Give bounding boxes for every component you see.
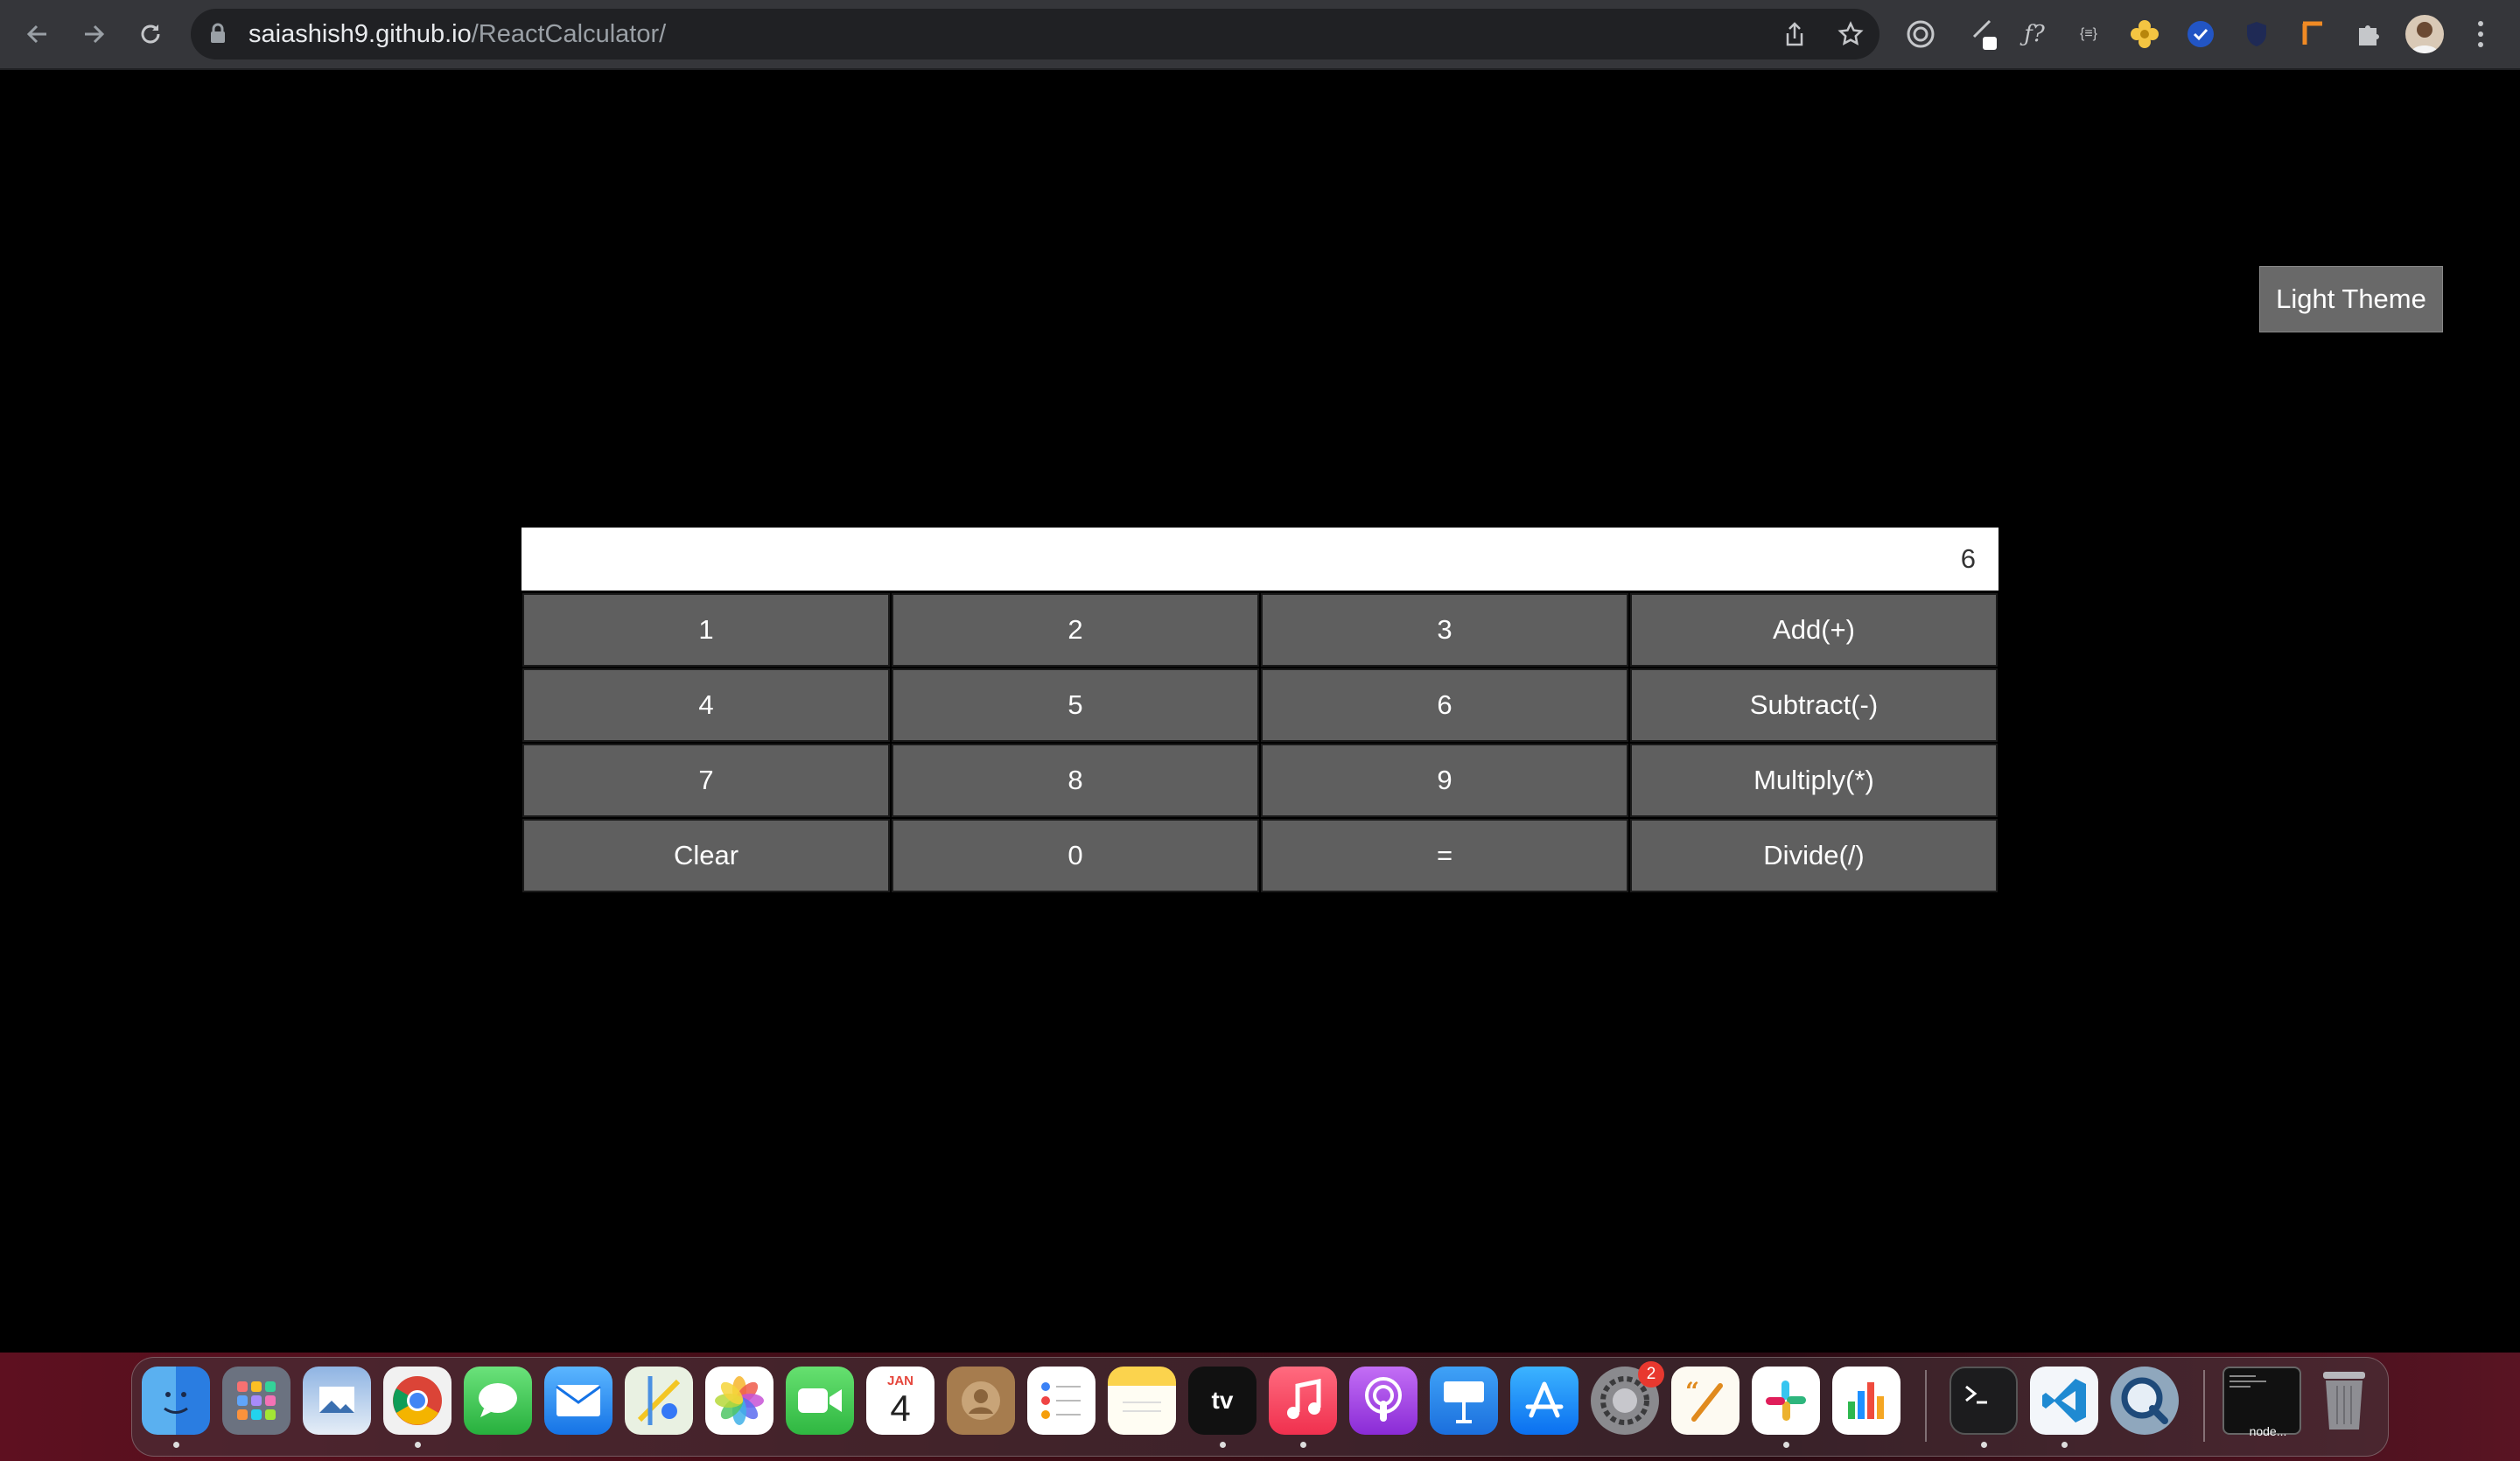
key-0[interactable]: 0 [892, 819, 1259, 892]
terminal-running-dot [1981, 1442, 1987, 1448]
profile-avatar[interactable] [2405, 15, 2444, 53]
shield-extension-icon[interactable] [2240, 17, 2273, 51]
equals-button[interactable]: = [1261, 819, 1628, 892]
flower-extension-icon[interactable] [2128, 17, 2161, 51]
reload-icon[interactable] [130, 14, 171, 54]
multiply-button[interactable]: Multiply(*) [1630, 744, 1998, 817]
divide-button[interactable]: Divide(/) [1630, 819, 1998, 892]
pen-extension-icon[interactable] [1967, 17, 2000, 51]
vscode-running-dot [2062, 1442, 2068, 1448]
subtract-button[interactable]: Subtract(-) [1630, 668, 1998, 742]
key-8[interactable]: 8 [892, 744, 1259, 817]
quicktime-icon[interactable] [2110, 1367, 2179, 1435]
maps-icon[interactable] [625, 1367, 693, 1435]
launchpad-icon[interactable] [222, 1367, 290, 1435]
calculator-keypad: 1 2 3 Add(+) 4 5 6 Subtract(-) 7 8 9 Mul… [522, 592, 1998, 893]
address-bar[interactable]: saiashish9.github.io/ReactCalculator/ [191, 9, 1880, 59]
vscode-icon[interactable] [2030, 1367, 2098, 1435]
chrome-running-dot [415, 1442, 421, 1448]
app-store-icon[interactable] [1510, 1367, 1578, 1435]
json-extension-icon[interactable]: {≡} [2072, 17, 2105, 51]
terminal-icon[interactable] [1950, 1367, 2018, 1435]
key-6[interactable]: 6 [1261, 668, 1628, 742]
check-extension-icon[interactable] [2184, 17, 2217, 51]
slack-running-dot [1783, 1442, 1789, 1448]
dock-separator [1925, 1370, 1927, 1442]
forward-icon[interactable] [74, 14, 114, 54]
calculator: 6 1 2 3 Add(+) 4 5 6 Subtract(-) 7 8 9 M… [522, 528, 1998, 893]
key-5[interactable]: 5 [892, 668, 1259, 742]
calendar-icon[interactable]: JAN 4 [866, 1367, 934, 1435]
calculator-display: 6 [522, 528, 1998, 591]
mail-icon[interactable] [544, 1367, 612, 1435]
key-3[interactable]: 3 [1261, 593, 1628, 667]
pages-icon[interactable]: “ [1671, 1367, 1740, 1435]
formula-extension-icon[interactable]: ƒ? [2018, 17, 2051, 51]
music-running-dot [1300, 1442, 1306, 1448]
preview-icon[interactable] [303, 1367, 371, 1435]
key-1[interactable]: 1 [522, 593, 890, 667]
key-7[interactable]: 7 [522, 744, 890, 817]
numbers-icon[interactable] [1832, 1367, 1900, 1435]
messages-icon[interactable] [464, 1367, 532, 1435]
url-host: saiashish9.github.io [248, 20, 472, 48]
notes-icon[interactable] [1108, 1367, 1176, 1435]
podcasts-icon[interactable] [1349, 1367, 1418, 1435]
light-theme-button[interactable]: Light Theme [2259, 266, 2443, 332]
share-icon[interactable] [1780, 19, 1810, 49]
keynote-icon[interactable] [1430, 1367, 1498, 1435]
url-text: saiashish9.github.io/ReactCalculator/ [248, 20, 666, 49]
chrome-icon[interactable] [383, 1367, 452, 1435]
back-icon[interactable] [18, 14, 58, 54]
tv-running-dot [1220, 1442, 1226, 1448]
lock-icon [211, 23, 225, 43]
apple-tv-label: tv [1211, 1387, 1234, 1414]
key-2[interactable]: 2 [892, 593, 1259, 667]
contacts-icon[interactable] [947, 1367, 1015, 1435]
bookmark-star-icon[interactable] [1836, 19, 1866, 49]
notification-badge: 2 [1638, 1361, 1664, 1388]
facetime-icon[interactable] [786, 1367, 854, 1435]
browser-toolbar: saiashish9.github.io/ReactCalculator/ ƒ?… [0, 0, 2520, 70]
finder-icon[interactable] [142, 1367, 210, 1435]
slack-icon[interactable] [1752, 1367, 1820, 1435]
reminders-icon[interactable] [1027, 1367, 1096, 1435]
add-button[interactable]: Add(+) [1630, 593, 1998, 667]
apple-tv-icon[interactable]: tv [1188, 1367, 1256, 1435]
svg-text:“: “ [1685, 1377, 1699, 1406]
clear-button[interactable]: Clear [522, 819, 890, 892]
key-4[interactable]: 4 [522, 668, 890, 742]
extensions-puzzle-icon[interactable] [2352, 17, 2385, 51]
key-9[interactable]: 9 [1261, 744, 1628, 817]
node-window-label: node... [2249, 1424, 2287, 1438]
dock-separator [2203, 1370, 2205, 1442]
tool-extension-icon[interactable] [2296, 17, 2329, 51]
photos-icon[interactable] [705, 1367, 774, 1435]
target-extension-icon[interactable] [1904, 17, 1937, 51]
url-path: /ReactCalculator/ [471, 20, 667, 48]
browser-menu-icon[interactable] [2468, 16, 2494, 52]
trash-icon[interactable] [2310, 1367, 2378, 1435]
calendar-day: 4 [890, 1388, 911, 1429]
finder-running-dot [173, 1442, 179, 1448]
music-icon[interactable] [1269, 1367, 1337, 1435]
